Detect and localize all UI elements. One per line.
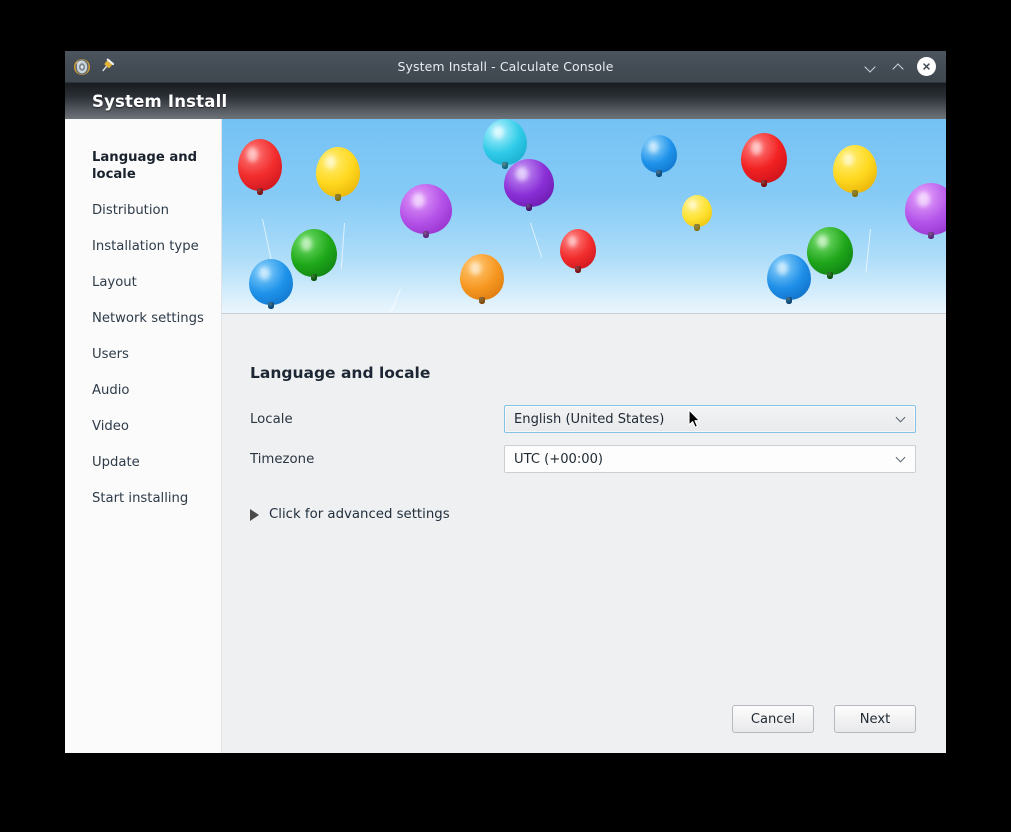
balloon-violet <box>504 159 554 207</box>
cancel-button[interactable]: Cancel <box>732 705 814 733</box>
locale-row: Locale English (United States) <box>250 405 916 433</box>
advanced-settings-label: Click for advanced settings <box>269 507 450 522</box>
disc-icon <box>73 58 91 76</box>
balloon-blue <box>767 254 811 300</box>
balloon-red <box>238 139 282 191</box>
sidebar-item-audio[interactable]: Audio <box>65 382 221 399</box>
balloon-string <box>530 222 543 258</box>
sidebar-item-distribution[interactable]: Distribution <box>65 202 221 219</box>
title-bar[interactable]: System Install - Calculate Console <box>65 51 946 83</box>
sidebar-item-installation-type[interactable]: Installation type <box>65 238 221 255</box>
footer-actions: Cancel Next <box>250 705 916 753</box>
balloon-blue <box>641 135 677 173</box>
chevron-down-icon <box>897 414 906 423</box>
balloons-banner-image <box>222 119 946 314</box>
balloon-yellow <box>833 145 877 193</box>
balloon-red <box>741 133 787 183</box>
sidebar-nav: Language and locale Distribution Install… <box>65 119 222 753</box>
chevron-down-icon <box>897 454 906 463</box>
window-title: System Install - Calculate Console <box>397 59 614 74</box>
balloon-yellow <box>682 195 712 227</box>
page-header: System Install <box>65 83 946 119</box>
page-title: System Install <box>92 91 228 111</box>
pin-icon[interactable] <box>99 58 117 76</box>
balloon-string <box>865 228 871 273</box>
timezone-value: UTC (+00:00) <box>514 451 604 467</box>
balloon-purple <box>400 184 452 234</box>
main-panel: Language and locale Locale English (Unit… <box>222 314 946 753</box>
minimize-button[interactable] <box>861 58 879 76</box>
triangle-right-icon <box>250 508 259 521</box>
balloon-orange <box>460 254 504 300</box>
locale-value: English (United States) <box>514 411 665 427</box>
sidebar-item-layout[interactable]: Layout <box>65 274 221 291</box>
close-button[interactable] <box>917 57 936 76</box>
locale-label: Locale <box>250 411 293 427</box>
sidebar-item-network-settings[interactable]: Network settings <box>65 310 221 327</box>
balloon-magenta <box>905 183 946 235</box>
locale-select[interactable]: English (United States) <box>504 405 916 433</box>
balloon-string <box>340 222 345 269</box>
timezone-label: Timezone <box>250 451 315 467</box>
sidebar-item-language-and-locale[interactable]: Language and locale <box>65 149 221 183</box>
balloon-yellow <box>316 147 360 197</box>
sidebar-item-update[interactable]: Update <box>65 454 221 471</box>
timezone-select[interactable]: UTC (+00:00) <box>504 445 916 473</box>
chevron-up-icon <box>893 63 904 70</box>
close-icon <box>923 63 930 70</box>
content-column: Language and locale Locale English (Unit… <box>222 119 946 753</box>
balloon-blue <box>249 259 293 305</box>
balloon-string <box>387 288 401 313</box>
window-controls <box>861 57 946 76</box>
sidebar-item-users[interactable]: Users <box>65 346 221 363</box>
sidebar-item-start-installing[interactable]: Start installing <box>65 490 221 507</box>
application-window: System Install - Calculate Console Syste… <box>65 51 946 753</box>
balloon-green <box>291 229 337 277</box>
title-bar-icons <box>65 58 117 76</box>
maximize-button[interactable] <box>889 58 907 76</box>
advanced-settings-toggle[interactable]: Click for advanced settings <box>250 507 916 522</box>
window-body: Language and locale Distribution Install… <box>65 119 946 753</box>
balloon-cyan <box>483 119 527 165</box>
balloon-red <box>560 229 596 269</box>
sidebar-item-video[interactable]: Video <box>65 418 221 435</box>
timezone-row: Timezone UTC (+00:00) <box>250 445 916 473</box>
section-title: Language and locale <box>250 364 431 382</box>
chevron-down-icon <box>865 63 876 70</box>
next-button[interactable]: Next <box>834 705 916 733</box>
balloon-green <box>807 227 853 275</box>
